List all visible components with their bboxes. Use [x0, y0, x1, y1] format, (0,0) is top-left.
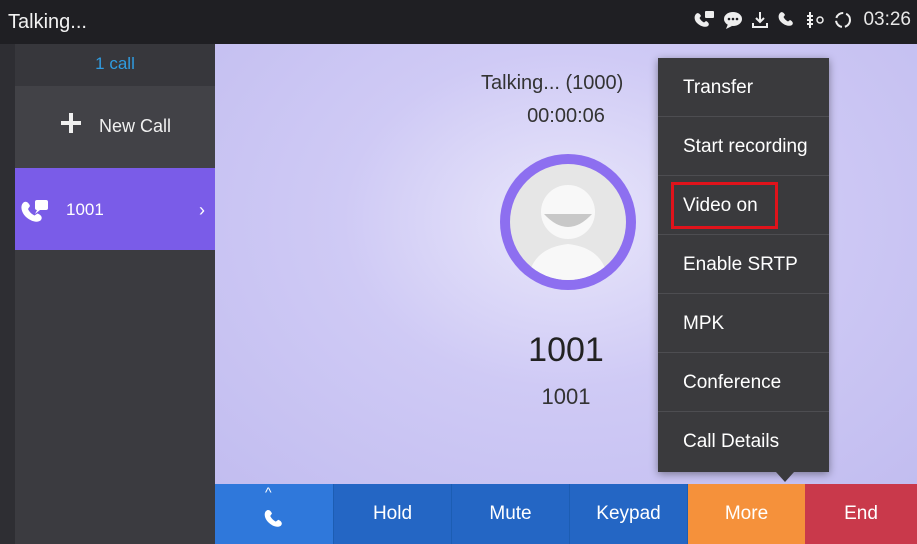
new-call-label: New Call [99, 116, 172, 136]
expand-caret-icon[interactable]: ^ [265, 484, 272, 500]
menu-item-call-details[interactable]: Call Details [658, 412, 829, 471]
call-status: Talking... (1000) [481, 72, 624, 94]
more-menu: Transfer Start recording Video on Enable… [658, 58, 829, 472]
keypad-button[interactable]: Keypad [570, 484, 688, 544]
plus-icon [61, 113, 81, 133]
menu-pointer [776, 472, 794, 482]
call-count: 1 call [15, 44, 215, 86]
highlight-box [671, 182, 778, 229]
mute-button[interactable]: Mute [452, 484, 570, 544]
menu-item-enable-srtp[interactable]: Enable SRTP [658, 235, 829, 294]
call-button[interactable]: ^ [215, 484, 334, 544]
sync-icon [833, 10, 853, 30]
new-call-button[interactable]: New Call [15, 86, 215, 168]
call-chat-icon [21, 200, 48, 222]
status-icons: 03:26 [693, 9, 911, 31]
message-icon [723, 10, 743, 30]
menu-item-conference[interactable]: Conference [658, 353, 829, 412]
avatar [500, 154, 636, 290]
hold-button[interactable]: Hold [334, 484, 452, 544]
active-call-item[interactable]: 1001 › [15, 168, 215, 250]
menu-item-mpk[interactable]: MPK [658, 294, 829, 353]
phone-icon [777, 10, 795, 30]
usb-icon [803, 10, 825, 30]
call-controls: ^ Hold Mute Keypad More End [215, 484, 917, 544]
active-call-label: 1001 [66, 200, 104, 219]
phone-icon [264, 509, 282, 527]
chevron-right-icon: › [199, 200, 205, 220]
status-bar: Talking... 03:26 [0, 0, 917, 44]
voicemail-icon [693, 10, 715, 30]
menu-item-start-recording[interactable]: Start recording [658, 117, 829, 176]
status-title: Talking... [8, 11, 87, 33]
download-icon [751, 10, 769, 30]
status-time: 03:26 [863, 9, 911, 30]
more-button[interactable]: More [688, 484, 805, 544]
person-icon [510, 164, 626, 280]
menu-item-transfer[interactable]: Transfer [658, 58, 829, 117]
phone-screen: Talking... 03:26 1 call New Call 1001 › … [0, 0, 917, 544]
end-call-button[interactable]: End [805, 484, 917, 544]
call-sidebar: 1 call New Call 1001 › [15, 44, 215, 544]
